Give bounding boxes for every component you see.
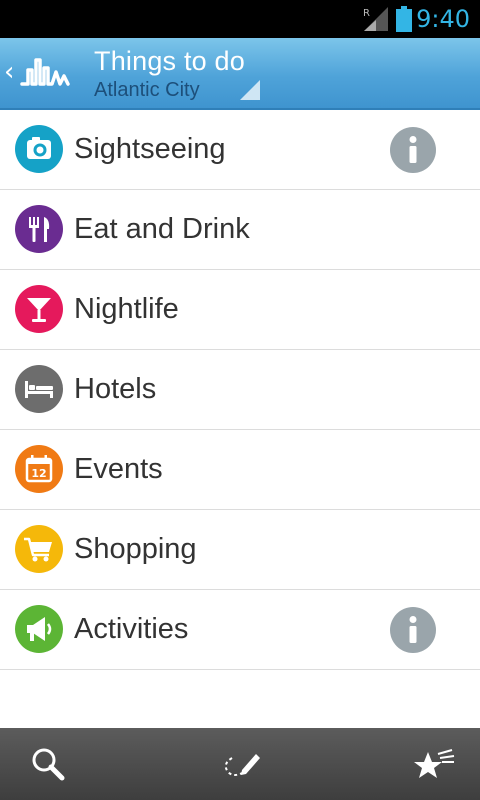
list-item-label: Nightlife: [74, 293, 179, 325]
search-icon: [32, 748, 65, 781]
search-button[interactable]: [22, 738, 74, 790]
list-item-label: Hotels: [74, 373, 157, 405]
list-item-label: Shopping: [74, 533, 197, 565]
route-pencil-icon: [224, 754, 260, 776]
cocktail-icon: [15, 285, 63, 333]
status-bar: R 9:40: [0, 0, 480, 38]
list-item-label: Sightseeing: [74, 133, 226, 165]
info-icon: [409, 616, 417, 643]
page-title[interactable]: Things to do: [94, 44, 245, 78]
list-item-label: Activities: [74, 613, 189, 645]
list-item-activities[interactable]: Activities: [0, 590, 480, 670]
list-item-label: Events: [74, 453, 163, 485]
bed-icon: [15, 365, 63, 413]
category-list: Sightseeing Eat and Drink Nightlife Hote…: [0, 110, 480, 670]
list-item-nightlife[interactable]: Nightlife: [0, 270, 480, 350]
list-item-events[interactable]: 12 Events: [0, 430, 480, 510]
location-dropdown-indicator-icon[interactable]: [240, 80, 260, 100]
calendar-day: 12: [31, 467, 46, 480]
megaphone-icon: [15, 605, 63, 653]
status-time: 9:40: [416, 5, 470, 33]
chevron-left-icon[interactable]: ‹: [4, 58, 14, 86]
route-button[interactable]: [214, 738, 266, 790]
svg-text:R: R: [363, 8, 370, 19]
list-item-eat-and-drink[interactable]: Eat and Drink: [0, 190, 480, 270]
favorites-stars-icon: [414, 749, 455, 778]
shopping-cart-icon: [15, 525, 63, 573]
info-icon: [409, 136, 417, 163]
bottom-bar: [0, 728, 480, 800]
signal-roaming-icon: R: [363, 7, 388, 31]
battery-icon: [396, 6, 412, 32]
favorites-button[interactable]: [408, 738, 460, 790]
fork-knife-icon: [15, 205, 63, 253]
info-button[interactable]: [390, 607, 436, 653]
calendar-icon: 12: [15, 445, 63, 493]
list-item-shopping[interactable]: Shopping: [0, 510, 480, 590]
camera-icon: [15, 125, 63, 173]
list-item-sightseeing[interactable]: Sightseeing: [0, 110, 480, 190]
info-button[interactable]: [390, 127, 436, 173]
list-item-hotels[interactable]: Hotels: [0, 350, 480, 430]
location-subtitle[interactable]: Atlantic City: [94, 78, 200, 102]
city-skyline-logo-icon[interactable]: [20, 54, 70, 94]
list-item-label: Eat and Drink: [74, 213, 250, 245]
